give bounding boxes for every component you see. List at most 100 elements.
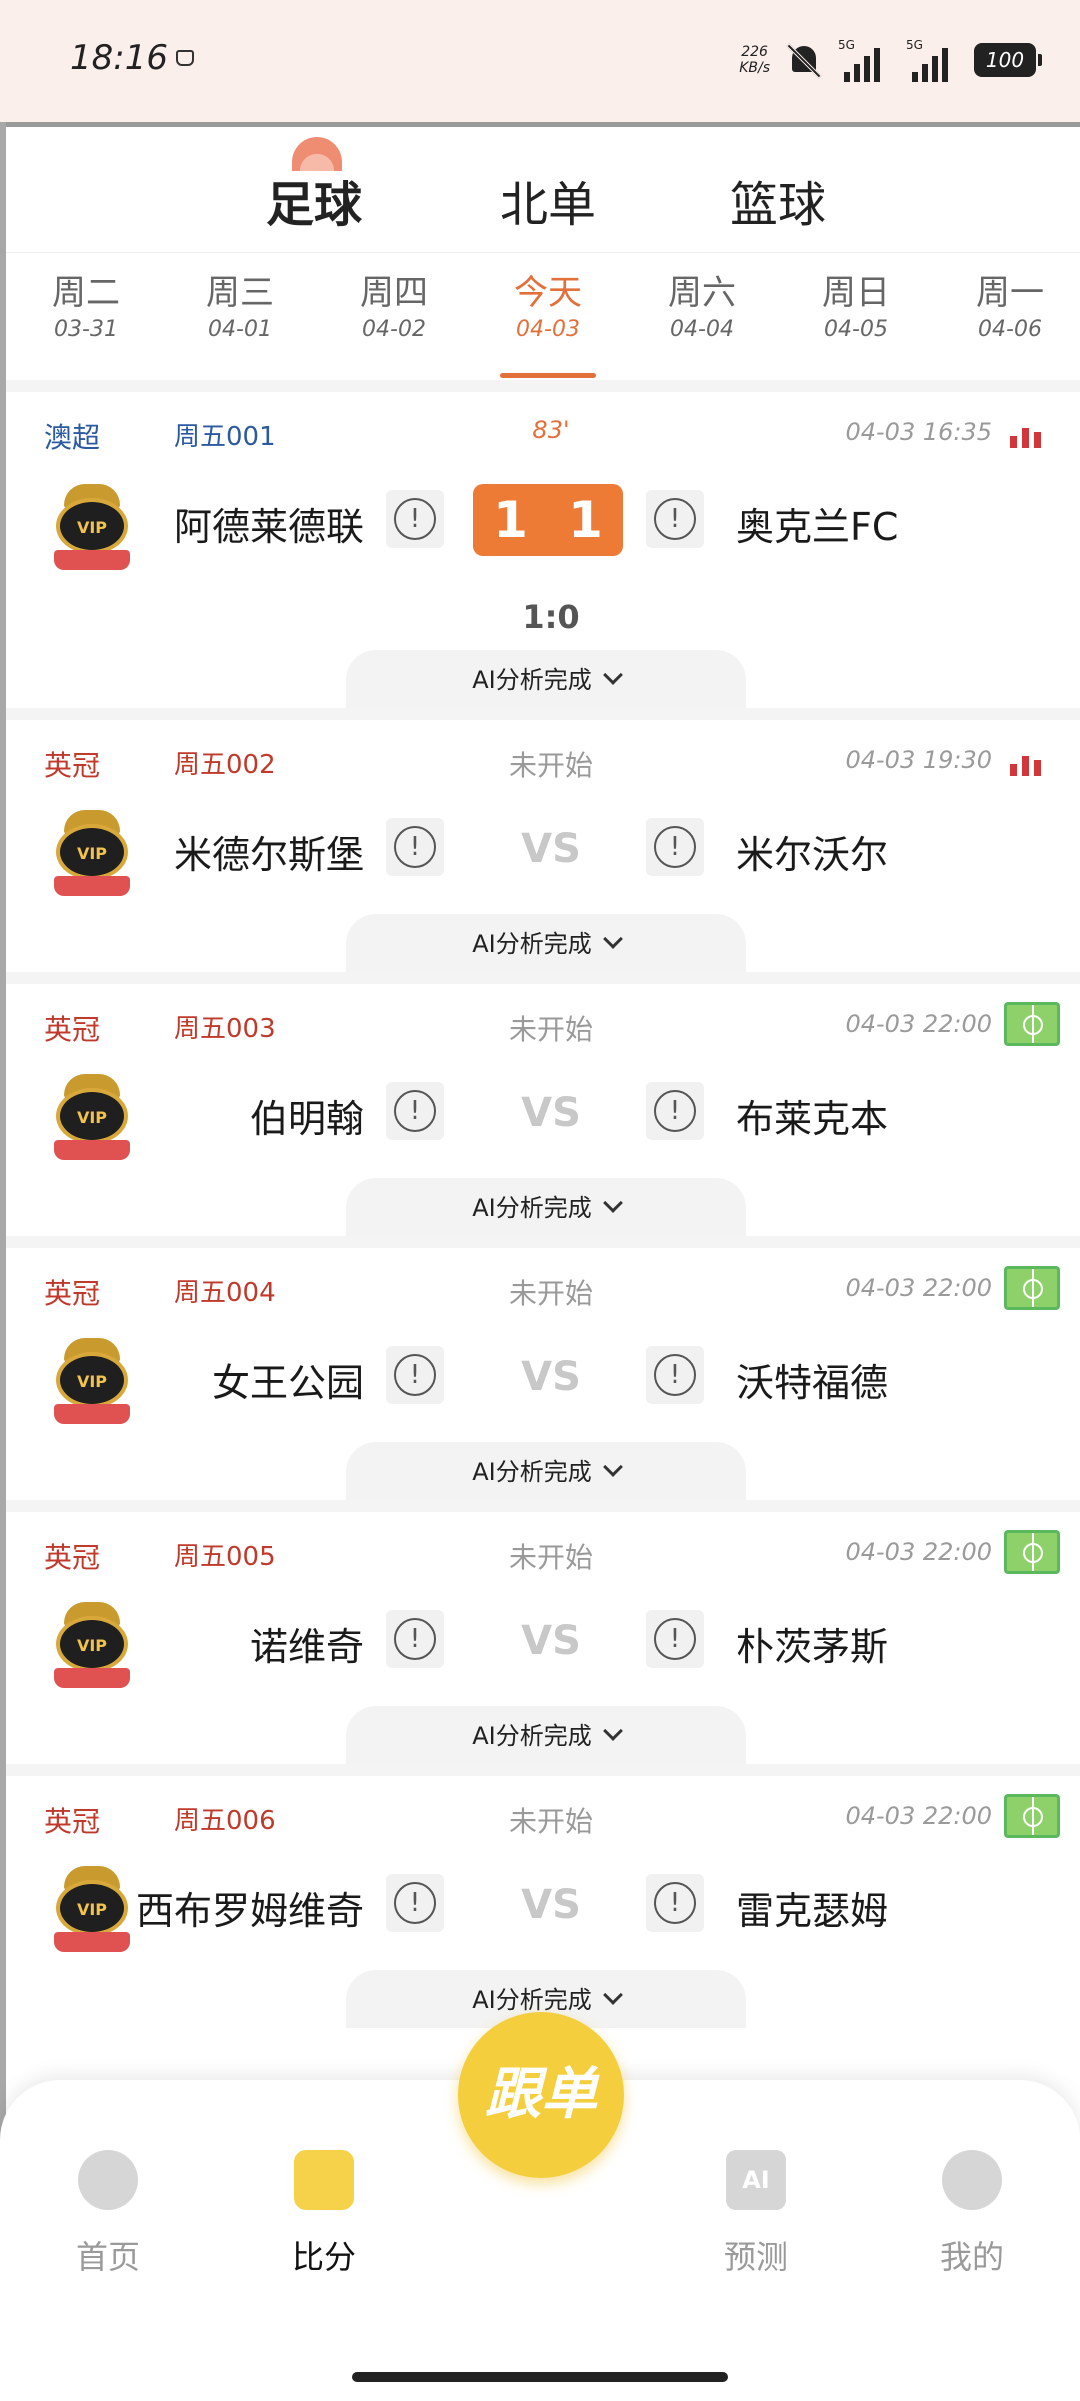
vip-badge-icon[interactable]: VIP (50, 1338, 134, 1428)
vip-badge-icon[interactable]: VIP (50, 1866, 134, 1956)
vs-label: VS (521, 826, 581, 872)
tab-beidan[interactable]: 北单 (500, 165, 596, 235)
home-info-icon[interactable]: ! (386, 490, 444, 548)
match-card[interactable]: 英冠 周五006 未开始 04-03 22:00 VIP 西布罗姆维奇 ! VS… (6, 1776, 1080, 2040)
home-team: 伯明翰 (249, 1097, 364, 1141)
home-team: 阿德莱德联 (173, 505, 364, 549)
match-time: 04-03 22:00 (845, 1010, 992, 1038)
away-team: 雷克瑟姆 (736, 1889, 889, 1933)
away-team: 朴茨茅斯 (736, 1625, 889, 1669)
match-card[interactable]: 英冠 周五003 未开始 04-03 22:00 VIP 伯明翰 ! VS ! … (6, 984, 1080, 1248)
pitch-icon[interactable] (1004, 1266, 1060, 1310)
home-info-icon[interactable]: ! (386, 1346, 444, 1404)
chevron-down-icon (602, 665, 623, 685)
ai-analysis-button[interactable]: AI分析完成 (346, 1706, 746, 1764)
match-card[interactable]: 英冠 周五004 未开始 04-03 22:00 VIP 女王公园 ! VS !… (6, 1248, 1080, 1512)
match-time: 04-03 22:00 (845, 1274, 992, 1302)
chevron-down-icon (602, 1457, 623, 1477)
signal-icon: 5G (838, 38, 892, 82)
match-card[interactable]: 英冠 周五005 未开始 04-03 22:00 VIP 诺维奇 ! VS ! … (6, 1512, 1080, 1776)
away-team: 沃特福德 (736, 1361, 889, 1405)
home-info-icon[interactable]: ! (386, 1874, 444, 1932)
battery-icon: 100 (974, 43, 1042, 77)
match-code: 周五002 (174, 750, 276, 780)
date-tab[interactable]: 周日 04-05 (786, 265, 926, 342)
profile-icon (942, 2150, 1002, 2210)
ai-analysis-button[interactable]: AI分析完成 (346, 1442, 746, 1500)
home-info-icon[interactable]: ! (386, 818, 444, 876)
stats-icon[interactable] (1010, 754, 1044, 776)
stats-icon[interactable] (1010, 426, 1044, 448)
live-score: 11 (473, 484, 623, 556)
status-time: 18:16 (70, 38, 168, 78)
vs-label: VS (521, 1618, 581, 1664)
nav-profile[interactable]: 我的 (902, 2150, 1042, 2278)
match-code: 周五005 (174, 1542, 276, 1572)
match-time: 04-03 22:00 (845, 1538, 992, 1566)
network-speed: 226 KB/s (739, 44, 770, 76)
home-info-icon[interactable]: ! (386, 1082, 444, 1140)
away-info-icon[interactable]: ! (646, 1082, 704, 1140)
match-code: 周五004 (174, 1278, 276, 1308)
date-tab[interactable]: 周二 03-31 (16, 265, 156, 342)
away-team: 奥克兰FC (736, 505, 899, 549)
vip-badge-icon[interactable]: VIP (50, 810, 134, 900)
match-status: 未开始 (508, 1541, 593, 1574)
nav-scores[interactable]: 比分 (254, 2150, 394, 2278)
ai-analysis-button[interactable]: AI分析完成 (346, 914, 746, 972)
league-name: 英冠 (44, 1805, 101, 1838)
nav-home[interactable]: 首页 (38, 2150, 178, 2278)
match-card[interactable]: 澳超 周五001 83' 04-03 16:35 VIP 阿德莱德联 ! 11 … (6, 392, 1080, 720)
date-tab-indicator (500, 373, 596, 378)
date-tab[interactable]: 周一 04-06 (940, 265, 1080, 342)
match-card[interactable]: 英冠 周五002 未开始 04-03 19:30 VIP 米德尔斯堡 ! VS … (6, 720, 1080, 984)
match-status: 未开始 (508, 1277, 593, 1310)
nav-predictions[interactable]: AI 预测 (686, 2150, 826, 2278)
match-minute: 83' (532, 416, 570, 444)
ai-analysis-button[interactable]: AI分析完成 (346, 650, 746, 708)
match-code: 周五001 (174, 422, 276, 452)
away-info-icon[interactable]: ! (646, 1874, 704, 1932)
vs-label: VS (521, 1882, 581, 1928)
pitch-icon[interactable] (1004, 1530, 1060, 1574)
away-team: 米尔沃尔 (736, 833, 889, 877)
away-info-icon[interactable]: ! (646, 1610, 704, 1668)
status-icons: 226 KB/s 5G 5G 100 (739, 30, 1042, 90)
mute-bell-icon (784, 40, 824, 80)
match-time: 04-03 22:00 (845, 1802, 992, 1830)
league-name: 英冠 (44, 749, 101, 782)
away-info-icon[interactable]: ! (646, 818, 704, 876)
league-name: 澳超 (44, 421, 101, 454)
home-team: 诺维奇 (249, 1625, 364, 1669)
chevron-down-icon (602, 1985, 623, 2005)
home-team: 女王公园 (211, 1361, 364, 1405)
ai-analysis-button[interactable]: AI分析完成 (346, 1178, 746, 1236)
date-tab[interactable]: 周六 04-04 (632, 265, 772, 342)
pitch-icon[interactable] (1004, 1002, 1060, 1046)
away-info-icon[interactable]: ! (646, 490, 704, 548)
follow-bet-button[interactable]: 跟单 (458, 2012, 624, 2178)
home-team: 西布罗姆维奇 (135, 1889, 364, 1933)
home-ball-icon (78, 2150, 138, 2210)
ai-icon: AI (726, 2150, 786, 2210)
date-tab-today[interactable]: 今天 04-03 (478, 265, 618, 342)
vip-badge-icon[interactable]: VIP (50, 1602, 134, 1692)
home-info-icon[interactable]: ! (386, 1610, 444, 1668)
vip-badge-icon[interactable]: VIP (50, 1074, 134, 1164)
tab-football[interactable]: 足球 (266, 165, 362, 235)
match-code: 周五003 (174, 1014, 276, 1044)
date-tab[interactable]: 周三 04-01 (170, 265, 310, 342)
date-tab[interactable]: 周四 04-02 (324, 265, 464, 342)
half-time-score: 1:0 (522, 598, 580, 636)
vs-label: VS (521, 1354, 581, 1400)
league-name: 英冠 (44, 1277, 101, 1310)
vip-badge-icon[interactable]: VIP (50, 484, 134, 574)
pitch-icon[interactable] (1004, 1794, 1060, 1838)
tab-basketball[interactable]: 篮球 (730, 165, 826, 235)
chevron-down-icon (602, 1721, 623, 1741)
match-status: 未开始 (508, 1013, 593, 1046)
away-info-icon[interactable]: ! (646, 1346, 704, 1404)
home-team: 米德尔斯堡 (173, 833, 364, 877)
home-indicator[interactable] (352, 2372, 728, 2382)
match-time: 04-03 16:35 (845, 418, 992, 446)
